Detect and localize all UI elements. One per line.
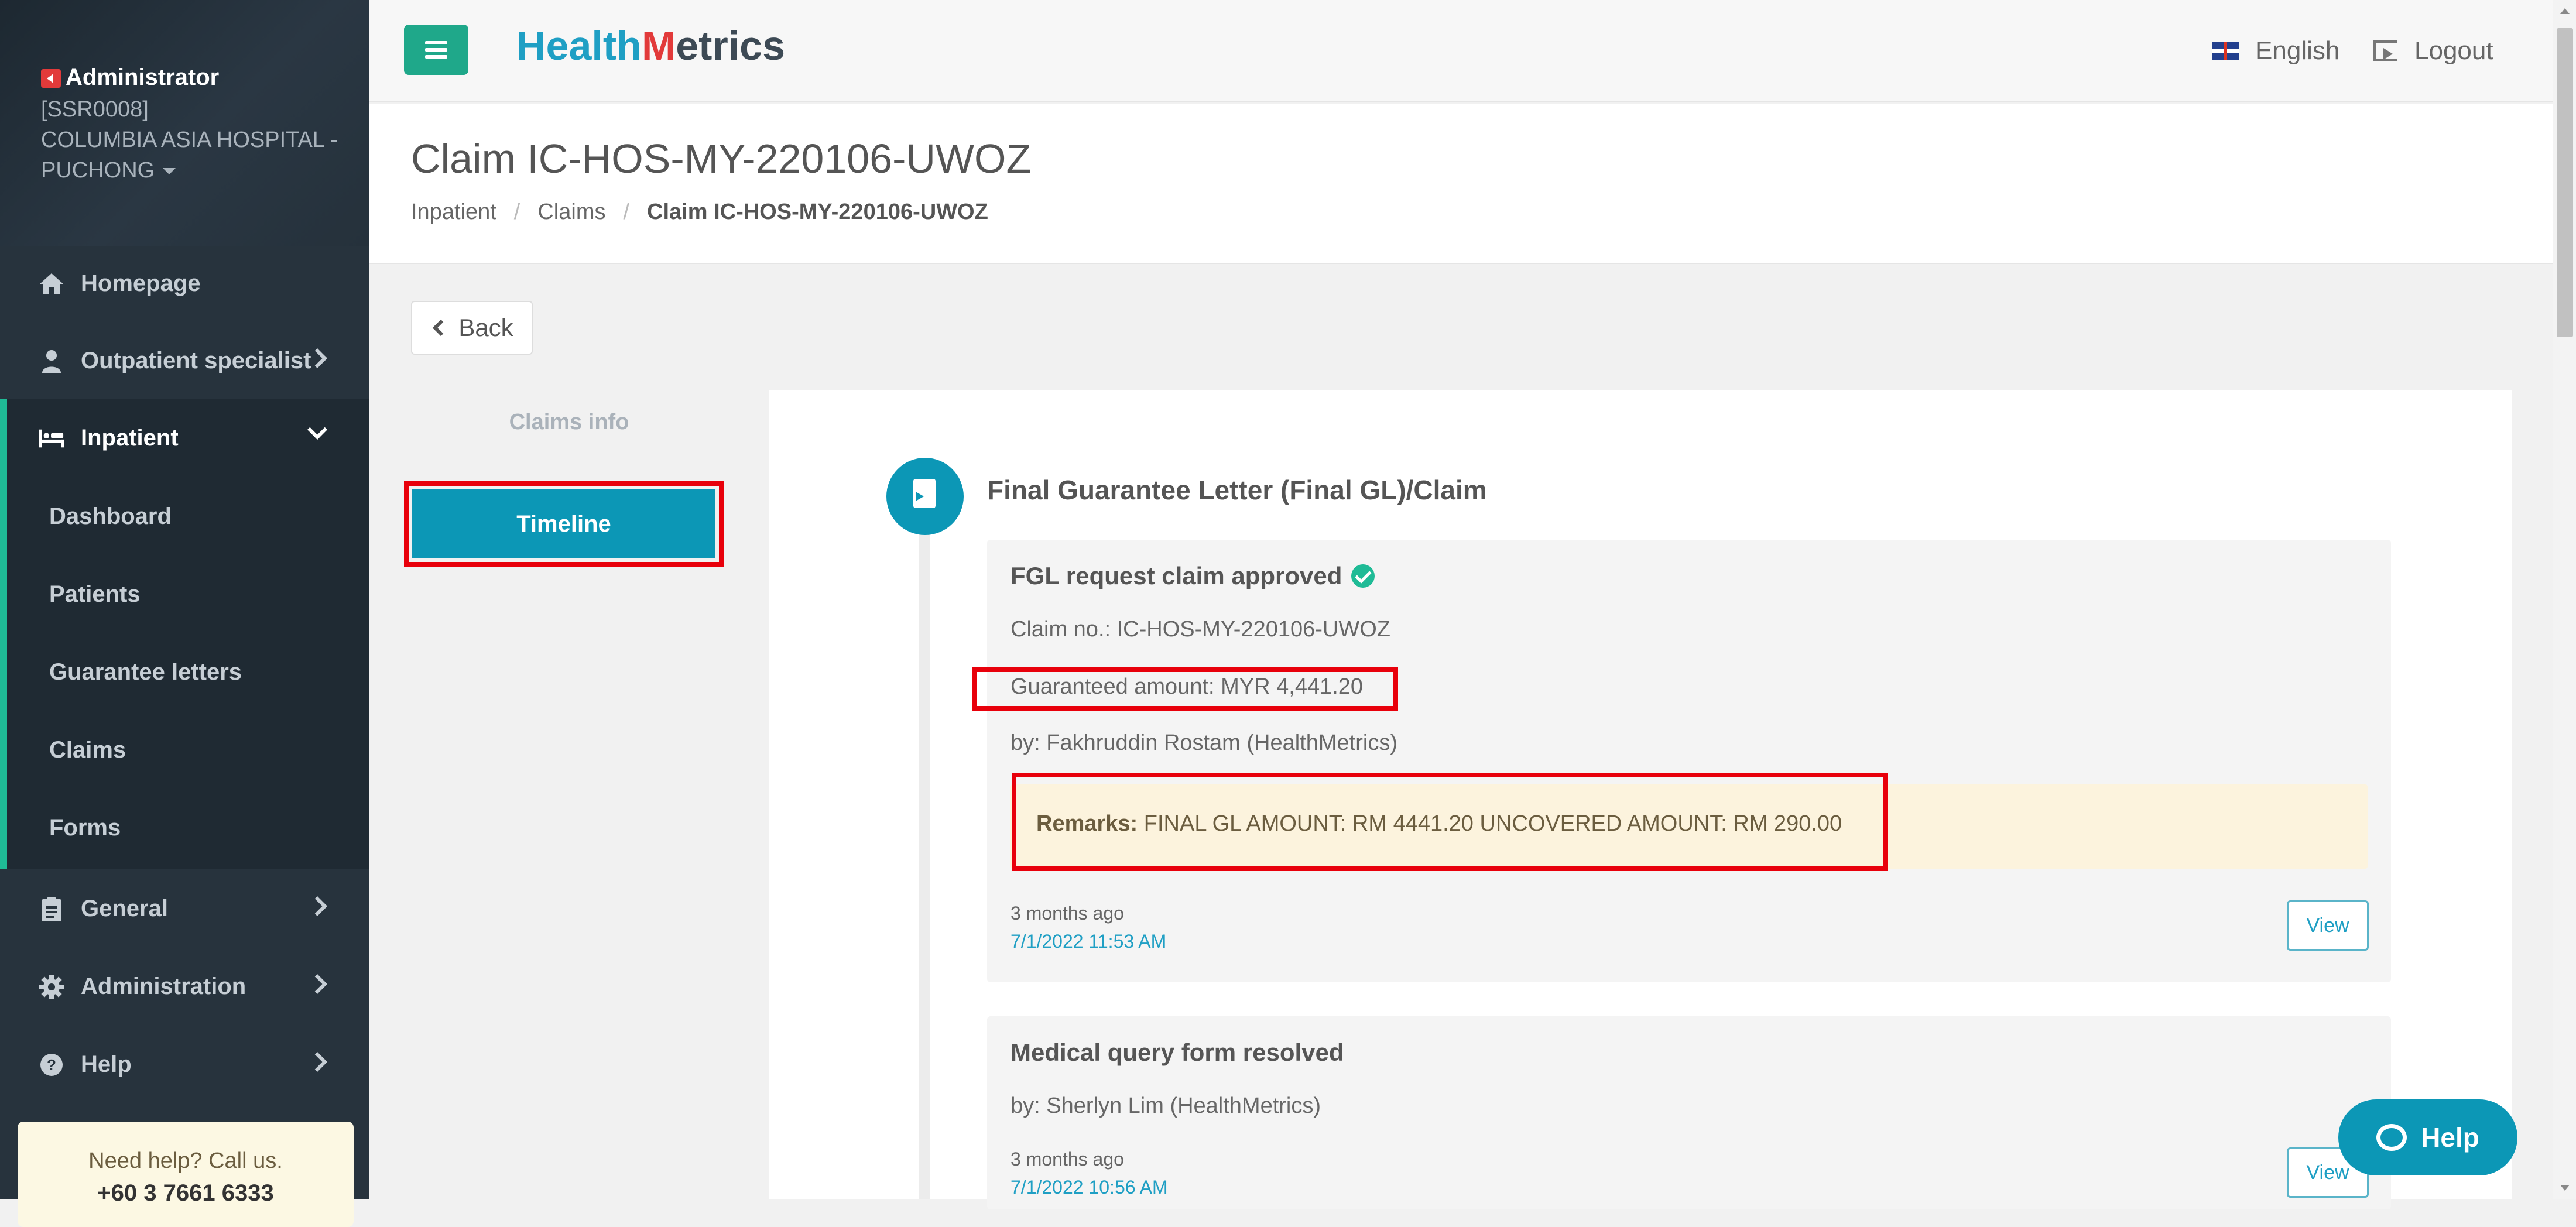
user-doctor-icon — [39, 348, 64, 374]
tab-timeline[interactable]: Timeline — [412, 489, 715, 558]
logout-link[interactable]: Logout — [2373, 36, 2493, 66]
entry-relative-time: 3 months ago — [1010, 1149, 1124, 1170]
breadcrumb-current: Claim IC-HOS-MY-220106-UWOZ — [647, 200, 988, 224]
view-button[interactable]: View — [2287, 900, 2369, 951]
sidebar: Administrator [SSR0008] COLUMBIA ASIA HO… — [0, 0, 369, 1227]
breadcrumb-claims[interactable]: Claims — [537, 200, 605, 224]
language-selector[interactable]: English — [2212, 36, 2339, 66]
org-name-line1: COLUMBIA ASIA HOSPITAL - — [41, 128, 338, 152]
sidebar-subitem-patients[interactable]: Patients — [49, 581, 141, 608]
highlight-box — [1012, 773, 1888, 871]
home-icon — [39, 271, 64, 297]
menu-toggle-button[interactable] — [404, 25, 468, 75]
hamburger-icon-bar — [425, 48, 447, 52]
help-call-text: Need help? Call us. — [88, 1149, 283, 1173]
highlight-box — [972, 667, 1398, 711]
help-chat-label: Help — [2421, 1122, 2479, 1153]
sidebar-item-homepage[interactable]: Homepage — [0, 245, 369, 323]
help-call-box: Need help? Call us. +60 3 7661 6333 — [18, 1122, 354, 1227]
timeline-badge — [886, 458, 964, 535]
sidebar-item-label: Help — [81, 1051, 132, 1077]
help-chat-button[interactable]: Help — [2338, 1099, 2517, 1175]
user-profile: Administrator [SSR0008] COLUMBIA ASIA HO… — [0, 0, 369, 246]
file-import-icon — [913, 479, 936, 508]
chevron-left-icon — [433, 319, 450, 337]
breadcrumb: Inpatient / Claims / Claim IC-HOS-MY-220106-… — [411, 200, 988, 224]
sidebar-item-label: Homepage — [81, 270, 201, 296]
chat-bubble-icon — [2376, 1124, 2407, 1151]
hamburger-icon-bar — [425, 55, 447, 59]
caret-down-icon — [163, 168, 176, 175]
back-button[interactable]: Back — [411, 301, 533, 355]
bed-icon — [39, 426, 64, 451]
entry-relative-time: 3 months ago — [1010, 903, 1124, 924]
hamburger-icon — [425, 41, 447, 44]
question-circle-icon: ? — [39, 1052, 64, 1078]
sidebar-subitem-guarantee-letters[interactable]: Guarantee letters — [49, 659, 242, 686]
entry-timestamp: 7/1/2022 11:53 AM — [1010, 931, 1167, 952]
chevron-down-icon — [307, 420, 327, 440]
clipboard-icon — [39, 896, 64, 922]
user-role: Administrator — [66, 64, 220, 90]
gear-icon — [39, 974, 64, 1000]
scroll-up-icon[interactable] — [2560, 8, 2570, 14]
back-label: Back — [458, 314, 513, 341]
timeline-line — [919, 486, 930, 1199]
help-call-phone[interactable]: +60 3 7661 6333 — [18, 1180, 354, 1207]
scrollbar-thumb[interactable] — [2557, 28, 2573, 337]
healthmetrics-logo[interactable]: HealthMetrics — [516, 22, 785, 69]
entry-by: by: Fakhruddin Rostam (HealthMetrics) — [1010, 731, 1397, 755]
page-title: Claim IC-HOS-MY-220106-UWOZ — [411, 136, 1032, 181]
entry-claim-no: Claim no.: IC-HOS-MY-220106-UWOZ — [1010, 617, 1390, 642]
scroll-down-icon[interactable] — [2560, 1185, 2570, 1191]
entry-title: Medical query form resolved — [1010, 1039, 1344, 1067]
sidebar-item-label: General — [81, 896, 168, 921]
entry-title-text: FGL request claim approved — [1010, 562, 1342, 589]
uk-flag-icon — [2212, 42, 2239, 60]
sidebar-subitem-dashboard[interactable]: Dashboard — [49, 503, 172, 530]
chevron-right-icon — [307, 896, 327, 916]
sidebar-item-general[interactable]: General — [0, 870, 369, 948]
user-code: [SSR0008] — [41, 97, 149, 122]
sidebar-item-inpatient[interactable]: Inpatient — [0, 399, 369, 477]
sidebar-item-label: Outpatient specialist — [81, 348, 311, 373]
breadcrumb-inpatient[interactable]: Inpatient — [411, 200, 496, 224]
sidebar-subitem-claims[interactable]: Claims — [49, 737, 126, 763]
vertical-scrollbar[interactable] — [2553, 0, 2576, 1199]
entry-by: by: Sherlyn Lim (HealthMetrics) — [1010, 1094, 1321, 1118]
sidebar-item-administration[interactable]: Administration — [0, 948, 369, 1026]
entry-timestamp: 7/1/2022 10:56 AM — [1010, 1177, 1168, 1198]
logout-label: Logout — [2414, 36, 2493, 65]
svg-text:?: ? — [47, 1056, 56, 1074]
check-circle-icon — [1351, 564, 1375, 588]
entry-title: FGL request claim approved — [1010, 562, 1375, 590]
language-label: English — [2255, 36, 2340, 65]
org-switcher[interactable]: PUCHONG — [41, 158, 176, 183]
logout-icon — [2373, 40, 2397, 61]
timeline-entry: FGL request claim approved Claim no.: IC… — [987, 540, 2391, 982]
chevron-right-icon — [307, 974, 327, 994]
sidebar-item-label: Inpatient — [81, 425, 179, 451]
sidebar-item-label: Administration — [81, 974, 246, 999]
page-header: Claim IC-HOS-MY-220106-UWOZ Inpatient / Cl… — [369, 104, 2558, 264]
sidebar-item-help[interactable]: ? Help — [0, 1026, 369, 1103]
chevron-right-icon — [307, 1052, 327, 1072]
inpatient-group: Inpatient Dashboard Patients Guarantee l… — [0, 399, 369, 869]
timeline-section-title: Final Guarantee Letter (Final GL)/Claim — [987, 475, 1487, 505]
tab-claims-info[interactable]: Claims info — [411, 410, 727, 435]
logo-text: M — [641, 23, 676, 68]
logo-text: Health — [516, 23, 642, 68]
logo-text: etrics — [676, 23, 786, 68]
top-bar: HealthMetrics English Logout — [369, 0, 2558, 102]
sidebar-subitem-forms[interactable]: Forms — [49, 815, 121, 841]
entry-title-text: Medical query form resolved — [1010, 1039, 1344, 1066]
timeline-entry: Medical query form resolved by: Sherlyn … — [987, 1016, 2391, 1209]
sidebar-item-outpatient-specialist[interactable]: Outpatient specialist — [0, 322, 369, 400]
